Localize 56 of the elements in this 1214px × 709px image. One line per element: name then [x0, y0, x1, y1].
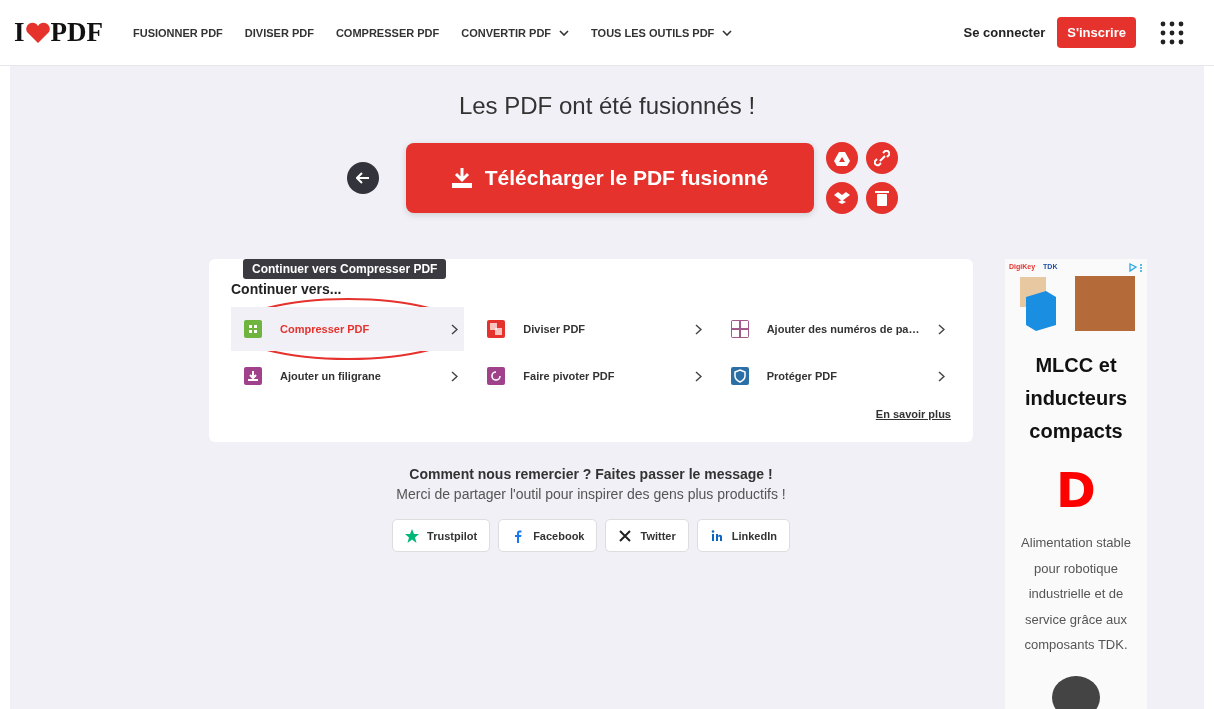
tool-item[interactable]: Faire pivoter PDF [474, 354, 708, 398]
chevron-right-icon [938, 370, 945, 382]
link-button[interactable] [865, 142, 898, 174]
ad-logo: D [1056, 462, 1096, 518]
nav-link[interactable]: DIVISER PDF [244, 26, 314, 39]
chevron-right-icon [694, 323, 702, 335]
ad-text: Alimentation stable pour robotique industrielle et de service grâce aux composants TDK. [1020, 534, 1132, 654]
login-link[interactable]: Se connecter [963, 25, 1046, 40]
drive-button[interactable] [825, 142, 858, 174]
chevron-down-icon [559, 29, 570, 36]
x-icon [618, 528, 633, 543]
page-title: Les PDF ont été fusionnés ! [458, 92, 756, 120]
photo-placeholder [1074, 275, 1135, 331]
share-heading: Comment nous remercier ? Faites passer le message ! [409, 466, 773, 482]
tool-item[interactable]: Ajouter des numéros de pa… [717, 307, 951, 351]
ad-headline: MLCC et inducteurs compacts [1023, 353, 1129, 444]
tool-item[interactable]: Diviser PDF [474, 307, 708, 351]
chevron-right-icon [451, 323, 459, 335]
heart-icon [24, 21, 51, 44]
ad-circle [1052, 675, 1100, 709]
linkedin-icon [709, 528, 724, 543]
chevron-down-icon [722, 29, 733, 36]
dropbox-button[interactable] [825, 182, 858, 214]
drive-icon [833, 149, 850, 167]
learn-more-link[interactable]: En savoir plus [875, 408, 951, 420]
tooltip: Continuer vers Compresser PDF [243, 259, 447, 279]
download-icon [450, 167, 473, 189]
signup-button[interactable]: S'inscrire [1057, 17, 1136, 48]
card-heading: Continuer vers... [231, 281, 343, 297]
trustpilot-share-button[interactable]: Trustpilot [392, 519, 491, 552]
chevron-right-icon [451, 370, 459, 382]
trustpilot-icon [405, 528, 419, 543]
nav-link[interactable]: CONVERTIR PDF [461, 26, 570, 39]
linkedin-share-button[interactable]: LinkedIn [696, 519, 790, 552]
tool-item[interactable]: Compresser PDF [231, 307, 465, 351]
trash-button[interactable] [865, 182, 898, 214]
logo-text: I [14, 17, 25, 48]
arrow-left-icon [355, 172, 370, 184]
chevron-right-icon [694, 370, 702, 382]
link-icon [873, 149, 890, 167]
logo-text: PDF [50, 17, 103, 48]
x-share-button[interactable]: Twitter [605, 519, 689, 552]
nav-link[interactable]: COMPRESSER PDF [335, 26, 440, 39]
ad-choices-icon [1129, 263, 1143, 273]
tool-item[interactable]: Protéger PDF [717, 354, 951, 398]
share-subtitle: Merci de partager l'outil pour inspirer des gens plus productifs ! [396, 486, 786, 502]
nav-link[interactable]: TOUS LES OUTILS PDF [591, 26, 733, 39]
trash-icon [873, 189, 890, 207]
nav-link[interactable]: FUSIONNER PDF [133, 26, 223, 39]
tool-item[interactable]: Ajouter un filigrane [231, 354, 465, 398]
dropbox-icon [833, 189, 850, 207]
apps-grid-icon [1160, 20, 1184, 45]
chevron-right-icon [938, 323, 945, 335]
facebook-share-button[interactable]: Facebook [498, 519, 598, 552]
download-button[interactable]: Télécharger le PDF fusionné [405, 143, 814, 213]
back-button[interactable] [346, 162, 379, 194]
